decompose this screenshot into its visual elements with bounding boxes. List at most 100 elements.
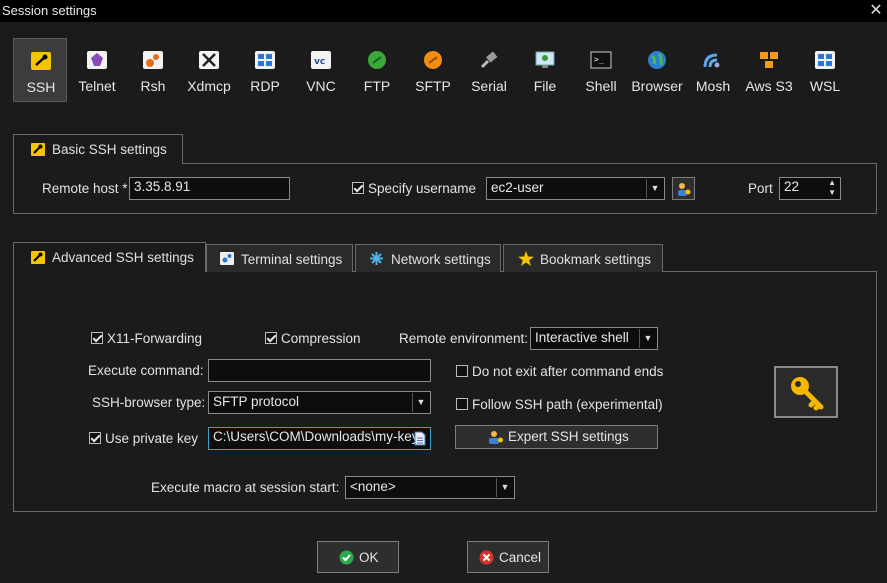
private-key-path-value: C:\Users\COM\Downloads\my-key bbox=[213, 429, 419, 444]
protocol-rsh[interactable]: Rsh bbox=[126, 38, 180, 102]
ssh-browser-type-value: SFTP protocol bbox=[213, 394, 300, 409]
protocol-vnc[interactable]: vc VNC bbox=[294, 38, 348, 102]
ssh-browser-type-label: SSH-browser type: bbox=[92, 395, 206, 410]
ssh-browser-type-select[interactable]: SFTP protocol ▼ bbox=[208, 391, 431, 414]
protocol-aws-s3[interactable]: Aws S3 bbox=[742, 38, 796, 102]
ftp-icon bbox=[368, 51, 386, 69]
cancel-button[interactable]: Cancel bbox=[467, 541, 549, 573]
wrench-icon bbox=[31, 143, 45, 156]
protocol-wsl[interactable]: WSL bbox=[798, 38, 852, 102]
svg-text:vc: vc bbox=[314, 57, 325, 67]
private-key-path-input[interactable]: C:\Users\COM\Downloads\my-key bbox=[208, 427, 431, 450]
use-private-key-checkbox[interactable] bbox=[89, 432, 101, 444]
compression-checkbox[interactable] bbox=[265, 332, 277, 344]
execute-macro-select[interactable]: <none> ▼ bbox=[345, 476, 515, 499]
rdp-icon bbox=[255, 51, 275, 69]
wsl-icon bbox=[815, 51, 835, 69]
expert-ssh-settings-button[interactable]: Expert SSH settings bbox=[455, 425, 658, 449]
users-icon bbox=[489, 431, 503, 444]
compression-label: Compression bbox=[281, 331, 361, 346]
protocol-telnet[interactable]: Telnet bbox=[70, 38, 124, 102]
telnet-icon bbox=[87, 51, 107, 69]
execute-command-label: Execute command: bbox=[88, 363, 204, 378]
tab-label: Basic SSH settings bbox=[52, 142, 167, 157]
browser-icon bbox=[648, 51, 666, 69]
chevron-down-icon: ▼ bbox=[639, 329, 656, 348]
spinner-arrows-icon: ▲ ▼ bbox=[828, 178, 836, 197]
key-icon bbox=[791, 377, 824, 411]
network-icon bbox=[370, 252, 383, 265]
username-combo[interactable]: ec2-user ▼ bbox=[486, 177, 665, 200]
users-icon bbox=[678, 183, 691, 196]
username-value: ec2-user bbox=[491, 180, 544, 195]
tab-terminal-settings[interactable]: Terminal settings bbox=[206, 244, 353, 272]
sftp-icon bbox=[424, 51, 442, 69]
execute-macro-label: Execute macro at session start: bbox=[151, 480, 340, 495]
expert-ssh-settings-label: Expert SSH settings bbox=[508, 429, 629, 444]
tab-label: Bookmark settings bbox=[540, 252, 652, 267]
xdmcp-icon bbox=[199, 51, 219, 69]
tab-bookmark-settings[interactable]: Bookmark settings bbox=[503, 244, 663, 272]
remote-host-input[interactable]: 3.35.8.91 bbox=[129, 177, 290, 200]
window-title: Session settings bbox=[2, 3, 97, 18]
follow-ssh-path-label: Follow SSH path (experimental) bbox=[472, 397, 663, 412]
serial-icon bbox=[480, 51, 498, 69]
protocol-mosh[interactable]: Mosh bbox=[686, 38, 740, 102]
execute-macro-value: <none> bbox=[350, 479, 396, 494]
vnc-icon: vc bbox=[311, 51, 331, 69]
svg-text:>_: >_ bbox=[594, 55, 604, 64]
protocol-serial[interactable]: Serial bbox=[462, 38, 516, 102]
chevron-down-icon: ▼ bbox=[646, 179, 663, 198]
rsh-icon bbox=[143, 51, 163, 69]
ssh-icon bbox=[31, 52, 51, 70]
tab-basic-ssh-settings[interactable]: Basic SSH settings bbox=[13, 134, 183, 164]
terminal-icon bbox=[220, 252, 234, 265]
protocol-file[interactable]: File bbox=[518, 38, 572, 102]
specify-username-checkbox[interactable] bbox=[352, 182, 364, 194]
aws-s3-icon bbox=[760, 52, 778, 68]
close-button[interactable]: ✕ bbox=[866, 1, 886, 21]
protocol-rdp[interactable]: RDP bbox=[238, 38, 292, 102]
x11-forwarding-label: X11-Forwarding bbox=[107, 331, 203, 346]
no-exit-label: Do not exit after command ends bbox=[472, 364, 664, 379]
specify-username-label: Specify username bbox=[368, 181, 477, 196]
remote-environment-label: Remote environment: bbox=[399, 331, 529, 346]
file-browse-icon[interactable] bbox=[414, 431, 426, 446]
protocol-ftp[interactable]: FTP bbox=[350, 38, 404, 102]
ok-button[interactable]: OK bbox=[317, 541, 399, 573]
chevron-down-icon: ▼ bbox=[412, 393, 429, 412]
protocol-sftp[interactable]: SFTP bbox=[406, 38, 460, 102]
cancel-label: Cancel bbox=[499, 550, 542, 565]
remote-host-label: Remote host * bbox=[42, 181, 128, 196]
port-label: Port bbox=[748, 181, 773, 196]
execute-command-input[interactable] bbox=[208, 359, 431, 382]
tab-label: Advanced SSH settings bbox=[52, 250, 194, 265]
tab-label: Network settings bbox=[391, 252, 491, 267]
port-spinner[interactable]: 22 ▲ ▼ bbox=[779, 177, 841, 200]
star-icon bbox=[518, 251, 534, 266]
file-icon bbox=[535, 51, 555, 68]
chevron-down-icon: ▼ bbox=[496, 478, 513, 497]
protocol-browser[interactable]: Browser bbox=[630, 38, 684, 102]
user-manager-button[interactable] bbox=[672, 177, 695, 200]
protocol-ssh[interactable]: SSH bbox=[13, 38, 67, 102]
x-circle-icon bbox=[479, 550, 494, 565]
follow-ssh-path-checkbox[interactable] bbox=[456, 398, 468, 410]
no-exit-checkbox[interactable] bbox=[456, 365, 468, 377]
tab-network-settings[interactable]: Network settings bbox=[355, 244, 501, 272]
protocol-shell[interactable]: >_ Shell bbox=[574, 38, 628, 102]
check-circle-icon bbox=[339, 550, 354, 565]
title-bar bbox=[0, 0, 887, 22]
remote-environment-value: Interactive shell bbox=[535, 330, 629, 345]
x11-forwarding-checkbox[interactable] bbox=[91, 332, 103, 344]
protocol-label: WSL bbox=[809, 78, 841, 94]
tab-advanced-ssh-settings[interactable]: Advanced SSH settings bbox=[13, 242, 206, 272]
shell-icon: >_ bbox=[590, 51, 612, 69]
mosh-icon bbox=[703, 53, 720, 68]
port-value: 22 bbox=[784, 179, 800, 194]
protocol-xdmcp[interactable]: Xdmcp bbox=[182, 38, 236, 102]
ok-label: OK bbox=[359, 550, 379, 565]
wrench-icon bbox=[31, 251, 45, 264]
ssh-key-image bbox=[774, 366, 838, 418]
remote-environment-select[interactable]: Interactive shell ▼ bbox=[530, 327, 658, 350]
